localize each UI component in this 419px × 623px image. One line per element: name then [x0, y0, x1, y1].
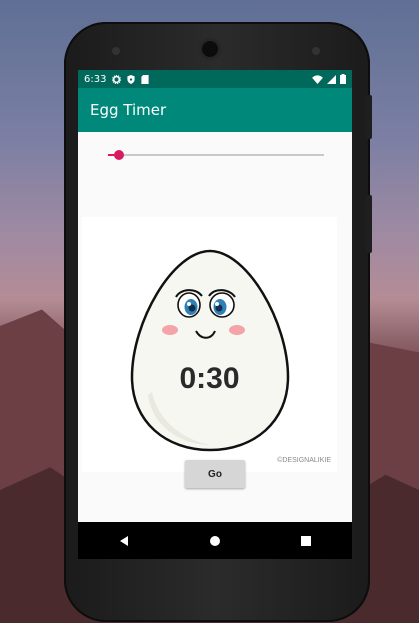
image-credit: ©DESIGNALIKIE: [277, 457, 331, 464]
wifi-icon: [312, 74, 323, 84]
power-button: [366, 95, 372, 139]
time-slider[interactable]: [108, 148, 324, 162]
signal-icon: [327, 74, 336, 84]
home-icon[interactable]: [200, 526, 230, 556]
front-sensor-left: [112, 47, 120, 55]
front-camera: [202, 41, 218, 57]
app-title: Egg Timer: [90, 101, 167, 119]
slider-track: [108, 154, 324, 156]
phone-screen: 6:33 Egg Timer 0:30 ©DESIGNALIKIE Go: [78, 70, 352, 559]
volume-button: [366, 195, 372, 253]
timer-display: 0:30: [179, 362, 240, 395]
egg-image: 0:30 ©DESIGNALIKIE: [82, 217, 337, 472]
go-button[interactable]: Go: [185, 460, 245, 488]
slider-thumb[interactable]: [113, 150, 124, 160]
back-icon[interactable]: [109, 526, 139, 556]
egg-illustration: [130, 249, 290, 452]
sd-card-icon: [141, 74, 150, 84]
battery-icon: [340, 74, 346, 84]
status-bar: 6:33: [78, 70, 352, 88]
app-bar: Egg Timer: [78, 88, 352, 132]
status-time: 6:33: [84, 73, 107, 85]
recents-icon[interactable]: [291, 526, 321, 556]
main-content: 0:30 ©DESIGNALIKIE Go: [78, 132, 352, 522]
front-sensor-right: [312, 47, 320, 55]
gear-icon: [112, 74, 122, 84]
navigation-bar: [78, 522, 352, 559]
shield-icon: [127, 74, 136, 84]
